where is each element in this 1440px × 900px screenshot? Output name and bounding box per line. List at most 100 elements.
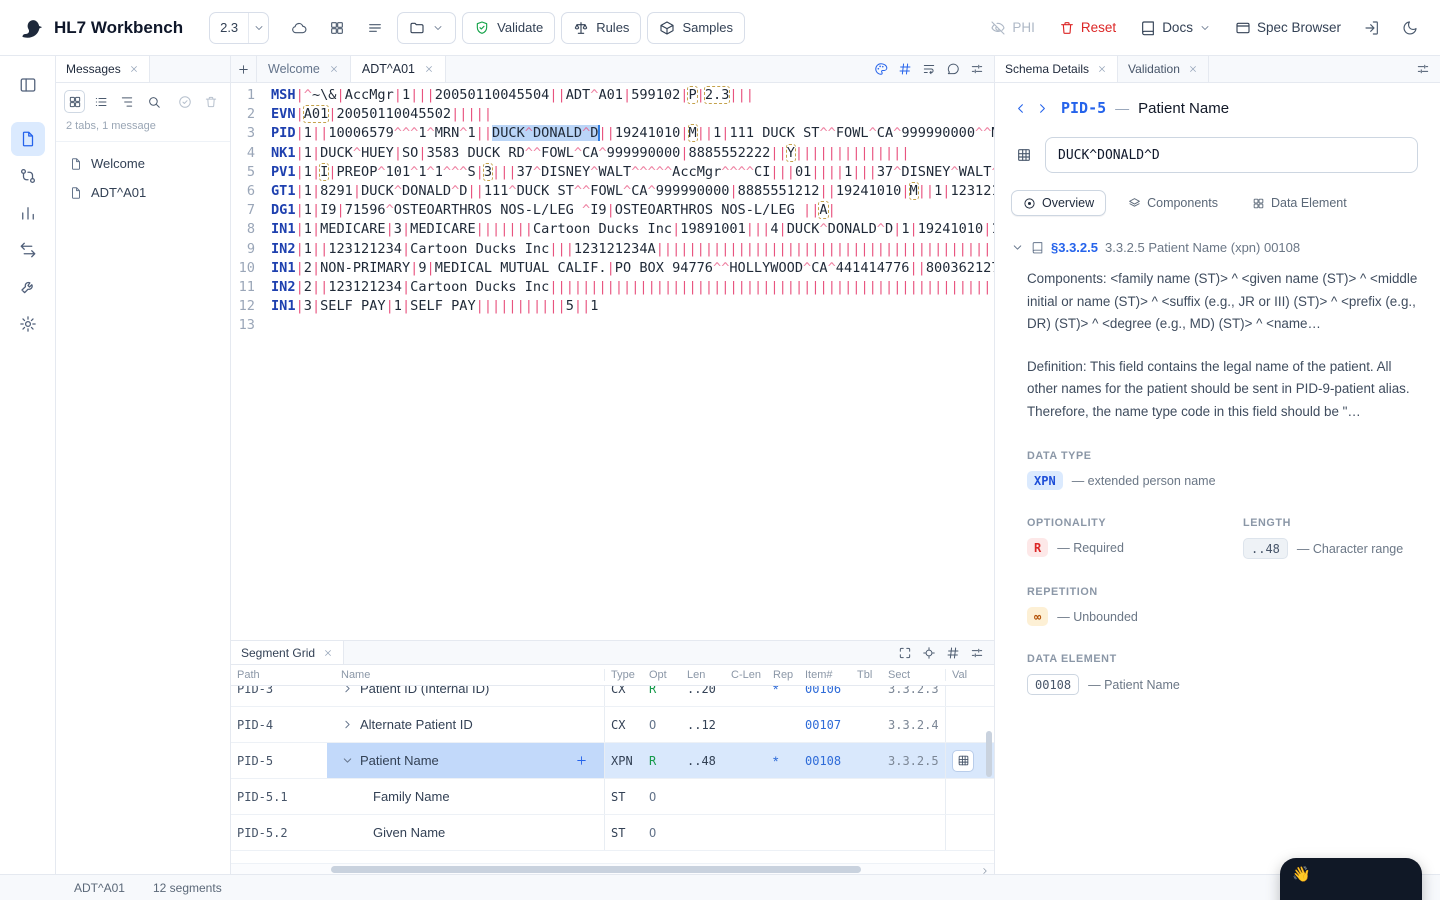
editor-tab-adt-a01[interactable]: ADT^A01 <box>351 56 446 82</box>
column-header[interactable]: Sect <box>882 669 946 681</box>
rail-item-tools[interactable] <box>11 270 45 304</box>
code-line[interactable]: DG1|1|I9|71596^OSTEOARTHROS NOS-L/LEG ^I… <box>271 201 994 220</box>
column-header[interactable]: Val <box>946 669 994 681</box>
samples-button[interactable]: Samples <box>647 12 745 44</box>
tab-messages[interactable]: Messages <box>56 56 150 82</box>
grid-edit-button[interactable] <box>952 750 974 772</box>
rules-button[interactable]: Rules <box>561 12 641 44</box>
horizontal-scrollbar[interactable] <box>231 863 994 874</box>
sign-in-button[interactable] <box>1356 12 1388 44</box>
view-grid-button[interactable] <box>64 90 85 113</box>
segment-grid-row[interactable]: PID-4Alternate Patient IDCXO..12001073.3… <box>231 707 994 743</box>
column-header[interactable]: Len <box>681 669 725 681</box>
rail-item-settings[interactable] <box>11 307 45 341</box>
column-header[interactable]: Tbl <box>851 669 882 681</box>
code-line[interactable] <box>271 316 994 335</box>
open-file-button[interactable] <box>397 12 456 44</box>
tab-data-element[interactable]: Data Element <box>1240 190 1359 216</box>
code-line[interactable]: GT1|1|8291|DUCK^DONALD^D||111^DUCK ST^^F… <box>271 182 994 201</box>
phi-toggle-button[interactable]: PHI <box>981 12 1044 44</box>
close-icon[interactable] <box>1097 64 1107 74</box>
view-tree-button[interactable] <box>117 90 138 113</box>
chat-widget[interactable]: 👋 <box>1280 858 1422 900</box>
editor-settings-button[interactable] <box>966 59 987 80</box>
column-header[interactable]: Type <box>605 669 643 681</box>
follow-cursor-button[interactable] <box>918 642 939 663</box>
editor-code[interactable]: MSH|^~\&|AccMgr|1|||20050110045504||ADT^… <box>263 86 994 640</box>
code-line[interactable]: PID|1||10006579^^^1^MRN^1||DUCK^DONALD^D… <box>271 124 994 143</box>
code-line[interactable]: IN1|2|NON-PRIMARY|9|MEDICAL MUTUAL CALIF… <box>271 259 994 278</box>
tab-validation[interactable]: Validation <box>1118 56 1209 82</box>
spec-browser-button[interactable]: Spec Browser <box>1226 12 1350 44</box>
view-list-button[interactable] <box>90 90 111 113</box>
column-header[interactable]: Name <box>327 669 605 681</box>
chevron-down-icon[interactable] <box>1011 241 1024 254</box>
code-line[interactable]: IN2|2||123121234|Cartoon Ducks Inc||||||… <box>271 278 994 297</box>
chevron-right-icon[interactable] <box>341 686 354 695</box>
panel-settings-button[interactable] <box>1412 59 1433 80</box>
field-path[interactable]: PID-5 <box>1061 99 1106 117</box>
editor-tab-welcome[interactable]: Welcome <box>257 56 351 82</box>
code-line[interactable]: PV1|1|I|PREOP^101^1^1^^^S|3|||37^DISNEY^… <box>271 163 994 182</box>
vertical-scrollbar[interactable] <box>986 731 992 777</box>
code-line[interactable]: IN2|1||123121234|Cartoon Ducks Inc|||123… <box>271 240 994 259</box>
line-numbers-toggle[interactable] <box>894 59 915 80</box>
column-header[interactable]: Path <box>231 669 327 681</box>
list-item-adt-a01[interactable]: ADT^A01 <box>61 178 225 207</box>
code-line[interactable]: IN1|3|SELF PAY|1|SELF PAY|||||||||||5||1 <box>271 297 994 316</box>
column-header[interactable]: C-Len <box>725 669 767 681</box>
segment-grid-row[interactable]: PID-5Patient NameXPNR..48*001083.3.2.5 <box>231 743 994 779</box>
new-tab-button[interactable] <box>231 56 257 82</box>
format-lines-button[interactable] <box>359 12 391 44</box>
layout-grid-button[interactable] <box>321 12 353 44</box>
reset-button[interactable]: Reset <box>1050 12 1125 44</box>
spec-section-link[interactable]: §3.3.2.5 <box>1051 240 1098 255</box>
column-header[interactable]: Opt <box>643 669 681 681</box>
validate-button[interactable]: Validate <box>462 12 555 44</box>
list-item-welcome[interactable]: Welcome <box>61 149 225 178</box>
close-icon[interactable] <box>323 648 333 658</box>
tab-components[interactable]: Components <box>1116 190 1230 216</box>
expand-grid-button[interactable] <box>894 642 915 663</box>
segment-grid-row[interactable]: PID-5.1Family NameSTO <box>231 779 994 815</box>
syntax-theme-button[interactable] <box>870 59 891 80</box>
dark-mode-toggle[interactable] <box>1394 12 1426 44</box>
comments-button[interactable] <box>942 59 963 80</box>
code-line[interactable]: NK1|1|DUCK^HUEY|SO|3583 DUCK RD^^FOWL^CA… <box>271 144 994 163</box>
chevron-down-icon[interactable] <box>248 13 268 43</box>
rail-item-messages[interactable] <box>11 122 45 156</box>
prev-field-button[interactable] <box>1009 97 1031 119</box>
add-repetition-icon[interactable] <box>575 754 588 767</box>
validate-all-button[interactable] <box>174 90 195 113</box>
clear-messages-button[interactable] <box>201 90 222 113</box>
code-line[interactable]: IN1|1|MEDICARE|3|MEDICARE|||||||Cartoon … <box>271 220 994 239</box>
code-line[interactable]: EVN|A01|20050110045502||||| <box>271 105 994 124</box>
next-field-button[interactable] <box>1031 97 1053 119</box>
docs-menu-button[interactable]: Docs <box>1131 12 1220 44</box>
close-icon[interactable] <box>329 64 339 74</box>
close-icon[interactable] <box>129 64 139 74</box>
close-icon[interactable] <box>1188 64 1198 74</box>
tab-segment-grid[interactable]: Segment Grid <box>231 641 344 664</box>
grid-numbers-toggle[interactable] <box>942 642 963 663</box>
rail-item-transform[interactable] <box>11 233 45 267</box>
scroll-right-icon[interactable] <box>980 864 990 879</box>
tab-overview[interactable]: Overview <box>1011 190 1106 216</box>
grid-settings-button[interactable] <box>966 642 987 663</box>
chevron-right-icon[interactable] <box>341 718 354 731</box>
rail-item-stats[interactable] <box>11 196 45 230</box>
segment-grid-row[interactable]: PID-3Patient ID (Internal ID)CXR..20*001… <box>231 686 994 707</box>
sidebar-toggle-button[interactable] <box>11 68 45 102</box>
tab-schema-details[interactable]: Schema Details <box>995 56 1118 82</box>
search-messages-button[interactable] <box>143 90 164 113</box>
version-select[interactable]: 2.3 <box>209 12 269 44</box>
segment-grid-row[interactable]: PID-5.2Given NameSTO <box>231 815 994 851</box>
chevron-down-icon[interactable] <box>341 754 354 767</box>
close-icon[interactable] <box>424 64 434 74</box>
data-type-badge[interactable]: XPN <box>1027 471 1063 490</box>
column-header[interactable]: Rep <box>767 669 799 681</box>
column-header[interactable]: Item# <box>799 669 851 681</box>
message-editor[interactable]: 12345678910111213 MSH|^~\&|AccMgr|1|||20… <box>231 83 994 640</box>
scrollbar-thumb[interactable] <box>331 866 861 873</box>
open-in-grid-button[interactable] <box>1011 142 1037 168</box>
